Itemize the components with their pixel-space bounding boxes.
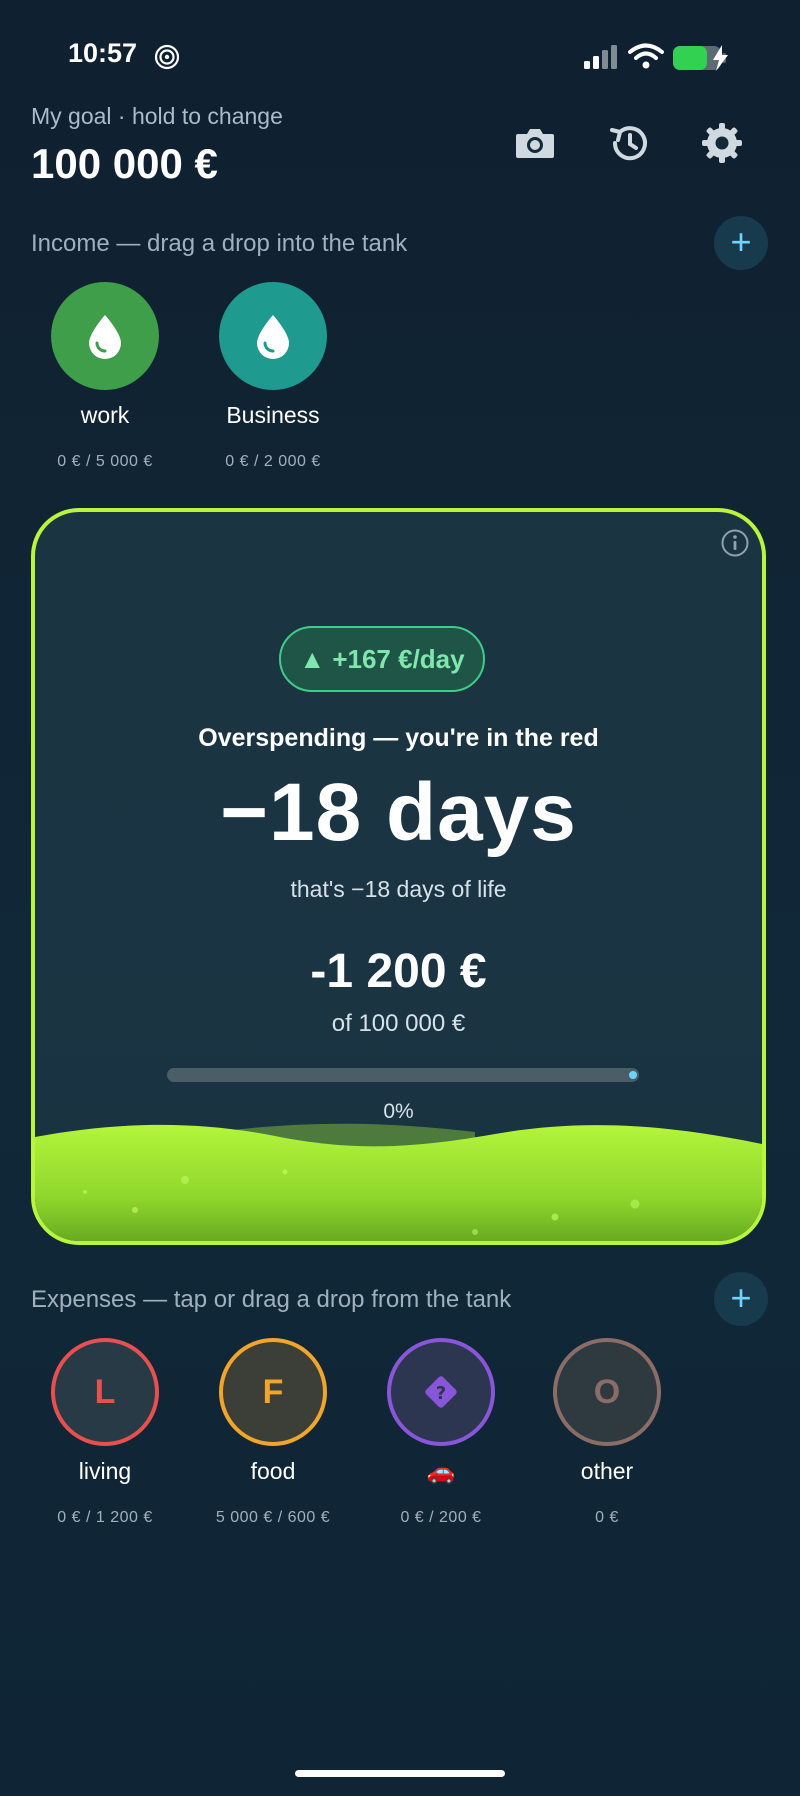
expense-name: 🚗: [426, 1458, 456, 1484]
goal-value[interactable]: 100 000 €: [31, 140, 218, 188]
expense-amount: 0 € / 200 €: [400, 1509, 482, 1526]
battery-charging-icon: [673, 45, 728, 71]
history-icon[interactable]: [606, 120, 652, 166]
gear-icon[interactable]: [699, 120, 745, 166]
status-time: 10:57: [68, 38, 138, 68]
add-income-button[interactable]: +: [714, 216, 768, 270]
expense-circle[interactable]: F: [219, 1338, 327, 1446]
focus-mode-icon: [154, 44, 180, 70]
income-amount: 0 € / 5 000 €: [57, 453, 153, 470]
expense-amount: 5 000 € / 600 €: [215, 1509, 331, 1526]
income-item-business[interactable]: Business 0 € / 2 000 €: [208, 282, 338, 471]
home-indicator[interactable]: [295, 1770, 505, 1777]
days-value: −18 days: [220, 767, 577, 858]
info-icon[interactable]: [720, 528, 750, 558]
income-section-label: Income — drag a drop into the tank: [31, 230, 408, 257]
income-circle[interactable]: [219, 282, 327, 390]
drop-icon: [89, 315, 121, 359]
balance-value: -1 200 €: [310, 945, 487, 998]
expense-item-food[interactable]: F food 5 000 € / 600 €: [208, 1338, 338, 1527]
expense-letter: ?: [436, 1383, 446, 1404]
expenses-section-label: Expenses — tap or drag a drop from the t…: [31, 1286, 512, 1313]
expense-circle[interactable]: O: [553, 1338, 661, 1446]
wifi-icon: [628, 43, 664, 69]
add-expense-button[interactable]: +: [714, 1272, 768, 1326]
expense-item-other[interactable]: O other 0 €: [542, 1338, 672, 1527]
income-name: work: [80, 402, 130, 428]
goal-label[interactable]: My goal · hold to change: [31, 103, 283, 130]
expense-circle[interactable]: ?: [387, 1338, 495, 1446]
drop-icon: [257, 315, 289, 359]
tank-status: Overspending — you're in the red: [198, 724, 599, 752]
progress-percent: 0%: [383, 1100, 414, 1123]
unknown-category-icon: ?: [425, 1376, 457, 1408]
expense-name: other: [580, 1458, 634, 1484]
expense-item-living[interactable]: L living 0 € / 1 200 €: [40, 1338, 170, 1527]
expense-amount: 0 €: [595, 1509, 619, 1526]
of-goal-text: of 100 000 €: [331, 1010, 466, 1037]
cellular-signal-icon: [584, 45, 617, 69]
expense-amount: 0 € / 1 200 €: [57, 1509, 153, 1526]
expense-name: food: [250, 1458, 296, 1484]
days-subtitle: that's −18 days of life: [290, 876, 507, 902]
goal-progress-bar: [167, 1068, 639, 1082]
expense-name: living: [78, 1458, 132, 1484]
camera-icon[interactable]: [512, 120, 558, 166]
income-item-work[interactable]: work 0 € / 5 000 €: [40, 282, 170, 471]
expense-circle[interactable]: L: [51, 1338, 159, 1446]
income-name: Business: [226, 402, 320, 428]
savings-tank[interactable]: ▲ +167 €/day Overspending — you're in th…: [31, 508, 766, 1245]
income-circle[interactable]: [51, 282, 159, 390]
progress-indicator: [629, 1071, 637, 1079]
income-amount: 0 € / 2 000 €: [225, 453, 321, 470]
daily-rate-badge: ▲ +167 €/day: [279, 626, 485, 692]
expense-item-car[interactable]: ? 🚗 0 € / 200 €: [376, 1338, 506, 1527]
